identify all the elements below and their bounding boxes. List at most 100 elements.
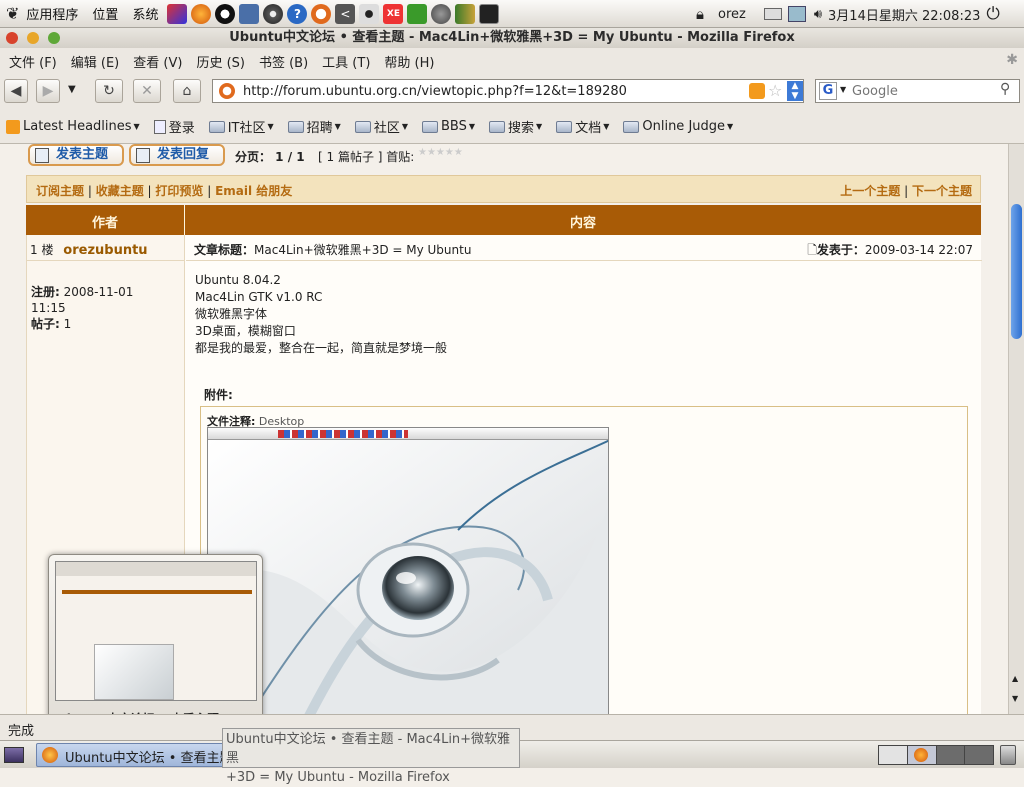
help-launcher-icon[interactable]: ? [287,3,308,24]
search-engine-icon[interactable]: G [819,82,837,100]
search-engine-dropdown-icon[interactable]: ▼ [840,85,846,94]
post-reply-button[interactable]: 发表回复 [129,144,225,166]
previous-topic-link[interactable]: 上一个主题 [840,184,900,198]
eye-launcher-icon[interactable] [359,3,380,24]
menu-tools[interactable]: 工具 (T) [315,52,377,71]
bookmark-it-community[interactable]: IT社区 ▼ [208,117,274,136]
subscribe-topic-link[interactable]: 订阅主题 [36,184,84,198]
workspace-1[interactable] [879,746,908,764]
qq-launcher-icon[interactable] [215,3,236,24]
bookmark-docs[interactable]: 文档 ▼ [556,117,609,136]
history-dropdown-icon[interactable]: ▼ [68,84,76,95]
email-friend-link[interactable]: Email 给朋友 [215,184,292,198]
url-bar[interactable]: http://forum.ubuntu.org.cn/viewtopic.php… [212,79,804,103]
network-icon[interactable] [787,6,806,22]
bookmark-jobs[interactable]: 招聘 ▼ [287,117,341,136]
bookmark-login[interactable]: 登录 [153,117,195,136]
menu-view[interactable]: 查看 (V) [126,52,189,71]
taskbar-firefox-button[interactable]: Ubuntu中文论坛 • 查看主题 [36,743,226,767]
wallpaper-swirl [208,440,608,714]
gnome-foot-icon[interactable]: ❦ [6,4,19,23]
vertical-scrollbar[interactable]: ▲ ▼ [1008,144,1024,714]
lock-icon[interactable]: 🔒︎ [696,5,704,23]
bookmark-bbs[interactable]: BBS ▼ [422,119,475,134]
rss-feed-icon[interactable] [749,83,765,99]
menu-bar: 文件 (F) 编辑 (E) 查看 (V) 历史 (S) 书签 (B) 工具 (T… [0,48,1024,74]
bookmark-topic-link[interactable]: 收藏主题 [96,184,144,198]
tooltip-line-2: +3D = My Ubuntu - Mozilla Firefox [226,770,450,785]
menu-history[interactable]: 历史 (S) [189,52,252,71]
power-icon[interactable]: ⏻ [986,4,999,24]
disc-launcher-icon[interactable] [263,3,284,24]
post-author-link[interactable]: orezubuntu [63,243,147,258]
url-text[interactable]: http://forum.ubuntu.org.cn/viewtopic.php… [243,84,627,99]
firefox-launcher-icon[interactable] [191,3,212,24]
stop-button[interactable]: ✕ [133,79,161,103]
books-launcher-icon[interactable] [455,3,476,24]
folder-icon [354,120,371,133]
thumbnail-preview [55,561,257,701]
bookmark-community[interactable]: 社区 ▼ [354,117,408,136]
system-menu[interactable]: 系统 [125,4,165,23]
home-button[interactable]: ⌂ [173,79,201,103]
firefox-icon [42,747,58,763]
search-bar[interactable]: G ▼ ⚲ [815,79,1020,103]
next-topic-link[interactable]: 下一个主题 [912,184,972,198]
window-thumbnail-popup[interactable]: Ubuntu中文论坛 • 查看主题 ... [48,554,263,732]
ubuntu-launcher-icon[interactable] [311,3,332,24]
bookmark-online-judge[interactable]: Online Judge ▼ [623,119,733,134]
page-icon [153,119,166,134]
share-launcher-icon[interactable]: < [335,3,356,24]
minimize-window-icon[interactable] [27,32,39,44]
trash-icon[interactable] [1000,745,1016,765]
bookmark-search[interactable]: 搜索 ▼ [489,117,542,136]
menu-edit[interactable]: 编辑 (E) [64,52,127,71]
bookmark-star-icon[interactable]: ☆ [768,81,782,100]
menu-file[interactable]: 文件 (F) [2,52,64,71]
workspace-switcher[interactable] [878,745,994,765]
terminal-launcher-icon[interactable] [479,3,500,24]
window-titlebar[interactable]: Ubuntu中文论坛 • 查看主题 - Mac4Lin+微软雅黑+3D = My… [0,28,1024,48]
settings-launcher-icon[interactable] [431,3,452,24]
search-input[interactable] [852,82,997,100]
bookmark-latest-headlines[interactable]: Latest Headlines ▼ [6,119,140,134]
attachment-label: 附件: [204,388,233,402]
desktop-screenshot-image[interactable] [207,427,609,714]
menu-bookmarks[interactable]: 书签 (B) [252,52,315,71]
show-desktop-icon[interactable] [4,747,24,763]
menu-help[interactable]: 帮助 (H) [377,52,441,71]
forward-button[interactable]: ▶ [36,79,60,103]
pencil-icon [35,148,49,163]
places-menu[interactable]: 位置 [85,4,125,23]
print-view-link[interactable]: 打印预览 [155,184,203,198]
scroll-thumb[interactable] [1011,204,1022,339]
editor-launcher-icon[interactable] [239,3,260,24]
games-launcher-icon[interactable] [167,3,188,24]
post-body: Ubuntu 8.04.2 Mac4Lin GTK v1.0 RC 微软雅黑字体… [195,273,448,355]
workspace-3[interactable] [937,746,966,764]
site-favicon [219,83,235,99]
folder-icon [489,120,506,133]
search-magnifier-icon[interactable]: ⚲ [1000,81,1010,97]
keyboard-icon[interactable] [763,8,782,20]
clock[interactable]: 3月14日星期六 22:08:23 [828,5,980,24]
scroll-down-icon[interactable]: ▼ [1012,694,1018,703]
bookmarks-toolbar: Latest Headlines ▼ 登录 IT社区 ▼ 招聘 ▼ 社区 ▼ BBS ▼ … [0,110,1024,144]
volume-icon[interactable]: 🔊︎ [814,7,822,22]
post-topic-button[interactable]: 发表主题 [28,144,124,166]
update-launcher-icon[interactable] [407,3,428,24]
workspace-4[interactable] [965,746,993,764]
applications-menu[interactable]: 应用程序 [19,4,85,23]
xe-launcher-icon[interactable]: XE [383,3,404,24]
maximize-window-icon[interactable] [48,32,60,44]
taskbar-tooltip: Ubuntu中文论坛 • 查看主题 - Mac4Lin+微软雅黑 +3D = M… [222,728,520,785]
url-dropdown-button[interactable]: ▲ ▼ [787,81,803,101]
workspace-2[interactable] [907,746,937,764]
posted-date: 2009-03-14 22:07 [864,243,973,257]
window-title: Ubuntu中文论坛 • 查看主题 - Mac4Lin+微软雅黑+3D = My… [229,30,795,45]
user-name[interactable]: orez [718,7,746,22]
reload-button[interactable]: ↻ [95,79,123,103]
back-button[interactable]: ◀ [4,79,28,103]
close-window-icon[interactable] [6,32,18,44]
scroll-up-icon[interactable]: ▲ [1012,674,1018,683]
